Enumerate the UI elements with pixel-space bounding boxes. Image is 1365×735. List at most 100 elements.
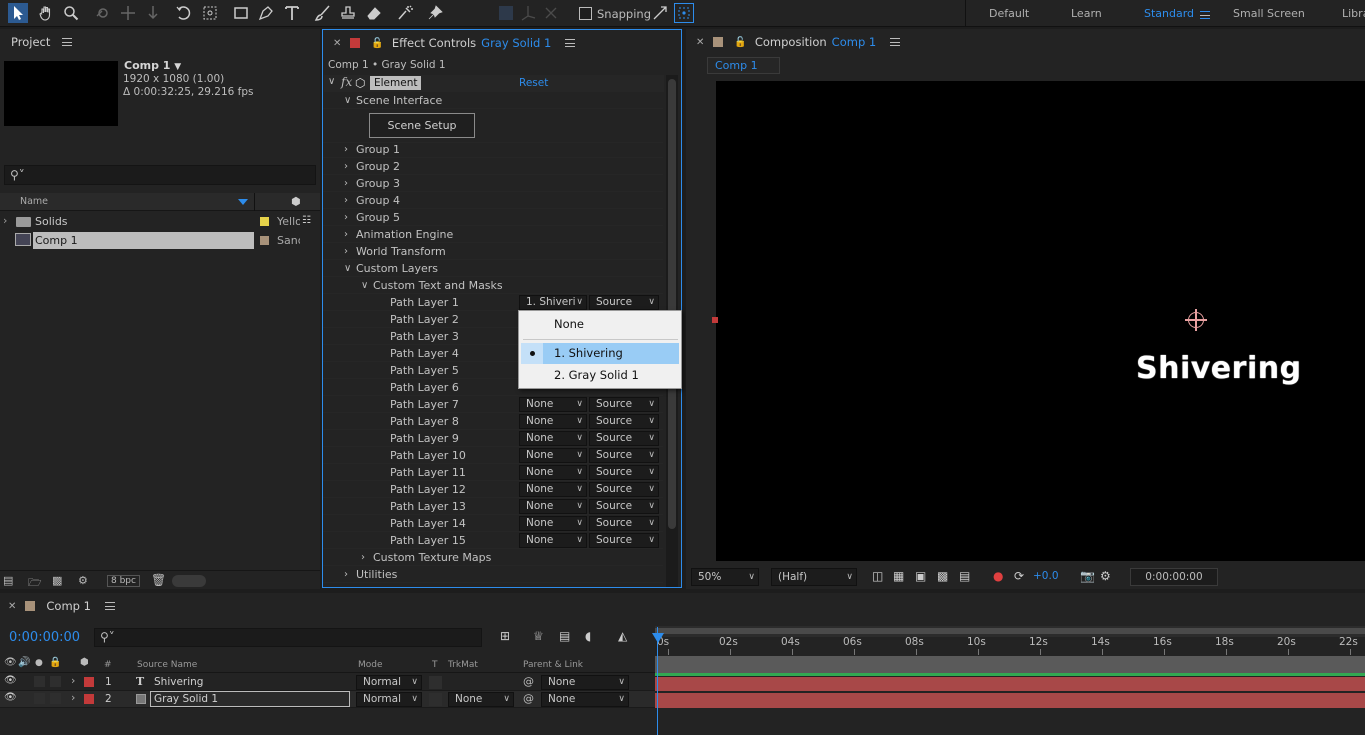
path-layer-mode-select[interactable]: Source [589,295,659,310]
timeline-layer-row[interactable]: 👁 › 2 Gray Solid 1 Normal None @ None [0,691,655,708]
sort-arrow-icon[interactable] [238,199,248,205]
orbit-tool-icon[interactable] [93,3,113,23]
path-layer-select[interactable]: None [519,499,587,514]
hand-tool-icon[interactable] [36,3,56,23]
solo-box[interactable] [34,676,45,687]
column-number[interactable]: # [104,660,112,670]
effect-group-row[interactable]: › Group 4 [323,192,663,209]
effect-group-row[interactable]: › World Transform [323,243,663,260]
workspace-libraries[interactable]: Libra [1342,7,1365,20]
align-grid-icon[interactable] [496,3,516,23]
interpret-footage-icon[interactable]: ▤ [3,574,13,587]
region-of-interest-icon[interactable]: ▩ [937,569,948,583]
layer-expand-chevron-icon[interactable]: › [71,674,75,687]
collapsed-chevron-icon[interactable]: › [344,158,348,175]
parent-select[interactable]: None [541,675,629,690]
lock-box[interactable] [50,676,61,687]
channel-icon[interactable]: ● [993,569,1003,583]
pen-tool-icon[interactable] [256,3,276,23]
roto-brush-tool-icon[interactable] [395,3,415,23]
selection-tool-icon[interactable] [8,3,28,23]
label-swatch[interactable] [260,217,269,226]
timeline-layer-row[interactable]: 👁 › 1 T Shivering Normal @ None [0,674,655,691]
mask-visibility-icon[interactable]: ▣ [915,569,926,583]
collapsed-chevron-icon[interactable]: › [344,226,348,243]
timeline-timecode[interactable]: 0:00:00:00 [9,630,80,645]
path-layer-mode-select[interactable]: Source [589,465,659,480]
canvas-text-shivering[interactable]: Shivering [1136,351,1302,386]
exposure-value[interactable]: +0.0 [1033,570,1059,582]
local-axis-icon[interactable] [518,3,538,23]
path-layer-mode-select[interactable]: Source [589,533,659,548]
effect-controls-menu-icon[interactable] [565,39,576,47]
utilities-row[interactable]: › Utilities [323,566,663,583]
snapshot-camera-icon[interactable]: 📷 [1080,569,1095,583]
clone-stamp-tool-icon[interactable] [338,3,358,23]
path-layer-select[interactable]: None [519,533,587,548]
path-layer-select[interactable]: None [519,414,587,429]
path-layer-select[interactable]: None [519,465,587,480]
effect-group-row[interactable]: › Group 1 [323,141,663,158]
expanded-chevron-icon[interactable]: ∨ [361,277,368,294]
snap-edges-icon[interactable] [650,3,670,23]
column-name[interactable]: Name [20,196,48,207]
path-layer-select[interactable]: None [519,482,587,497]
playhead-handle-icon[interactable] [652,633,664,643]
custom-texture-maps-row[interactable]: › Custom Texture Maps [323,549,663,566]
scene-setup-button[interactable]: Scene Setup [369,113,475,138]
transparency-grid-icon[interactable]: ▦ [893,569,904,583]
world-axis-icon[interactable] [541,3,561,23]
frame-blending-icon[interactable]: ▤ [559,629,570,643]
puppet-pin-tool-icon[interactable] [425,3,445,23]
pick-whip-icon[interactable]: @ [523,675,534,688]
magnification-dropdown[interactable]: 50% [691,568,759,586]
scrollbar-thumb[interactable] [668,79,676,529]
effect-group-row[interactable]: › Group 3 [323,175,663,192]
project-title[interactable]: Project [11,35,50,49]
blend-mode-select[interactable]: Normal [356,692,422,707]
project-selected-name[interactable]: Comp 1 ▼ [124,59,181,72]
playhead-line[interactable] [657,627,658,735]
timeline-tab[interactable]: Comp 1 [46,599,91,613]
workspace-menu-icon[interactable] [1200,9,1210,22]
project-search-input[interactable]: ⚲˅ [4,165,316,185]
workspace-default[interactable]: Default [989,7,1029,20]
effect-controls-layer[interactable]: Gray Solid 1 [481,36,551,50]
path-layer-mode-select[interactable]: Source [589,397,659,412]
popup-option-shivering[interactable]: 1. Shivering [521,343,679,364]
expanded-chevron-icon[interactable]: ∨ [344,92,351,109]
dolly-tool-icon[interactable] [143,3,163,23]
path-layer-mode-select[interactable]: Source [589,499,659,514]
effect-name[interactable]: Element [370,76,422,90]
solo-box[interactable] [34,693,45,704]
track-matte-select[interactable]: None [448,692,514,707]
collapsed-chevron-icon[interactable]: › [344,243,348,260]
shy-layers-icon[interactable]: ♕ [533,629,544,643]
composition-canvas[interactable]: Shivering [712,81,1365,561]
column-t[interactable]: T [432,660,438,670]
work-area-range[interactable] [655,628,1365,634]
lock-box[interactable] [50,693,61,704]
comp-viewer-tab[interactable]: Comp 1 [707,57,780,74]
reset-link[interactable]: Reset [519,77,548,89]
path-layer-mode-select[interactable]: Source [589,431,659,446]
new-composition-icon[interactable]: ▩ [52,574,62,587]
collapse-chevron-icon[interactable]: ∨ [328,76,335,87]
light-target-icon[interactable] [1185,309,1207,331]
layer-handle[interactable] [712,317,718,323]
path-layer-select[interactable]: 1. Shiveri [519,295,587,310]
show-snapshot-icon[interactable]: ⚙ [1100,569,1111,583]
popup-option-none[interactable]: None [554,317,584,331]
label-tag-icon[interactable]: ⬢ [291,195,301,208]
eraser-tool-icon[interactable] [364,3,384,23]
project-item-comp1[interactable]: Comp 1 Sand [0,231,320,250]
timeline-search-input[interactable]: ⚲˅ [94,628,482,647]
path-layer-select[interactable]: None [519,397,587,412]
collapsed-chevron-icon[interactable]: › [344,566,348,583]
path-layer-mode-select[interactable]: Source [589,516,659,531]
composition-menu-icon[interactable] [890,38,901,46]
effect-controls-title[interactable]: Effect Controls [392,36,476,50]
custom-text-masks-row[interactable]: ∨ Custom Text and Masks [323,277,663,294]
effect-group-row[interactable]: › Group 2 [323,158,663,175]
track-bar-gray-solid[interactable] [655,693,1365,708]
